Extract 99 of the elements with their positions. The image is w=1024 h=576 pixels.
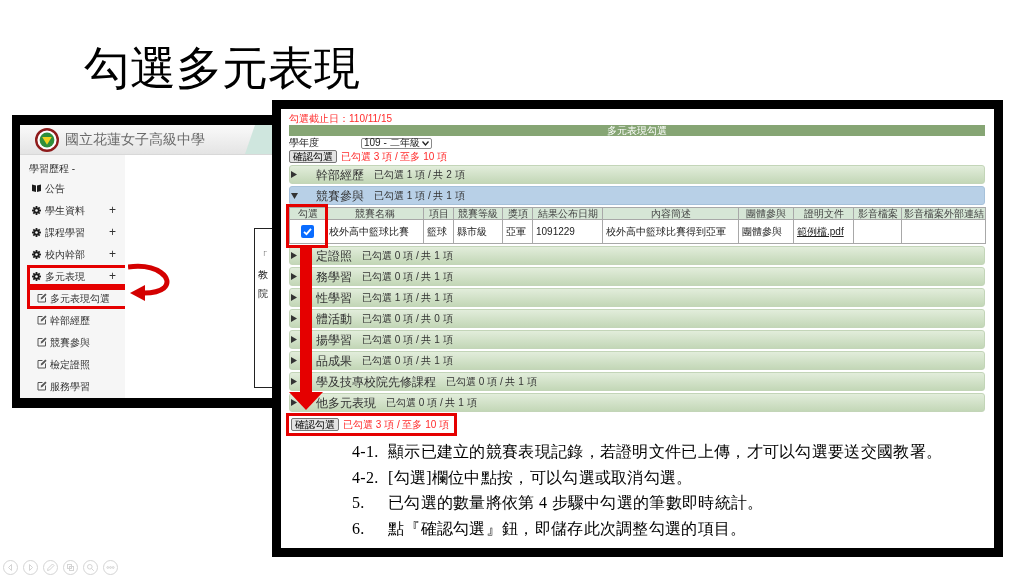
section-title[interactable]: 定證照: [316, 249, 352, 262]
note-text: 已勾選的數量將依第 4 步驟中勾選的筆數即時統計。: [388, 493, 764, 513]
triangle-right-icon[interactable]: [291, 171, 297, 178]
content-text: 教: [258, 268, 268, 282]
menu-item[interactable]: 課程學習: [32, 224, 85, 240]
gear-icon: [32, 249, 41, 259]
section-title[interactable]: 幹部經歷: [316, 168, 364, 181]
section-title[interactable]: 品成果: [316, 354, 352, 367]
table-cell: 籃球: [423, 219, 454, 244]
edit-icon: [37, 293, 47, 303]
section-title[interactable]: 競賽參與: [316, 189, 364, 202]
submenu-item[interactable]: 檢定證照: [37, 356, 90, 372]
gear-icon: [32, 205, 41, 215]
expand-toggle[interactable]: +: [109, 204, 116, 216]
school-name: 國立花蓮女子高級中學: [65, 130, 205, 149]
section-count: 已勾選 0 項 / 共 1 項: [362, 271, 453, 282]
section-count: 已勾選 0 項 / 共 1 項: [362, 334, 453, 345]
list-number: 5.: [352, 493, 365, 513]
confirm-button[interactable]: 確認勾選: [291, 418, 339, 431]
section-count: 已勾選 1 項 / 共 1 項: [374, 190, 465, 201]
section-count: 已勾選 0 項 / 共 1 項: [386, 397, 477, 408]
selection-summary: 已勾選 3 項 / 至多 10 項: [341, 150, 448, 163]
section-count: 已勾選 0 項 / 共 0 項: [362, 313, 453, 324]
column-header: 勾選: [289, 207, 326, 220]
confirm-button[interactable]: 確認勾選: [289, 150, 337, 163]
section-title[interactable]: 務學習: [316, 270, 352, 283]
column-header: 內容簡述: [602, 207, 739, 220]
column-header: 競賽名稱: [325, 207, 424, 220]
gear-icon: [32, 271, 41, 281]
note-text: 顯示已建立的競賽表現記錄，若證明文件已上傳，才可以勾選要送交國教署。: [388, 442, 943, 462]
section-title[interactable]: 體活動: [316, 312, 352, 325]
submenu-item[interactable]: 競賽參與: [37, 334, 90, 350]
edit-icon: [37, 381, 47, 391]
note-text: 點『確認勾選』鈕，即儲存此次調整勾選的項目。: [388, 518, 747, 539]
submenu-item[interactable]: 幹部經歷: [37, 312, 90, 328]
content-text: 「: [258, 249, 268, 263]
gear-icon: [32, 227, 41, 237]
school-logo-icon: [35, 127, 59, 152]
section-title[interactable]: 性學習: [316, 291, 352, 304]
triangle-right-icon[interactable]: [291, 252, 297, 259]
column-header: 結果公布日期: [532, 207, 603, 220]
checkbox-icon[interactable]: [301, 225, 314, 238]
year-select[interactable]: 109 - 二年級: [361, 137, 432, 149]
slide-title: 勾選多元表現: [84, 42, 360, 96]
field-label: 學年度: [289, 137, 319, 149]
table-cell: 校外高中籃球比賽: [325, 219, 424, 244]
menu-item[interactable]: 校內幹部: [32, 246, 85, 262]
table-cell: 1091229: [532, 219, 603, 244]
list-number: 6.: [352, 518, 365, 539]
section-title[interactable]: 學及技專校院先修課程: [316, 375, 436, 388]
content-text: 院: [258, 287, 268, 301]
curved-arrow: [128, 262, 172, 302]
triangle-down-icon[interactable]: [291, 192, 298, 199]
column-header: 證明文件: [793, 207, 854, 220]
edit-icon: [37, 315, 47, 325]
expand-toggle[interactable]: +: [109, 226, 116, 238]
menu-item[interactable]: 多元表現: [32, 268, 85, 284]
menu-item[interactable]: 公告: [32, 180, 65, 196]
menu-heading: 學習歷程 -: [29, 162, 76, 176]
book-icon: [32, 184, 41, 192]
column-header: 獎項: [502, 207, 533, 220]
triangle-right-icon[interactable]: [291, 273, 297, 280]
section-count: 已勾選 1 項 / 共 2 項: [374, 169, 465, 180]
column-header: 項目: [423, 207, 454, 220]
menu-item[interactable]: 學生資料: [32, 202, 85, 218]
section-title[interactable]: 他多元表現: [316, 396, 376, 409]
submenu-item[interactable]: 多元表現勾選: [37, 290, 110, 306]
column-header: 影音檔案: [853, 207, 902, 220]
triangle-right-icon[interactable]: [291, 315, 297, 322]
expand-toggle[interactable]: +: [109, 270, 116, 282]
chevron-down-icon: [421, 140, 429, 146]
selection-summary: 已勾選 3 項 / 至多 10 項: [343, 418, 450, 431]
submenu-item[interactable]: 服務學習: [37, 378, 90, 394]
list-number: 4-2.: [352, 467, 379, 488]
edit-icon: [37, 337, 47, 347]
edit-icon: [37, 359, 47, 369]
list-number: 4-1.: [352, 442, 379, 462]
triangle-right-icon[interactable]: [291, 378, 297, 385]
column-header: 競賽等級: [453, 207, 503, 220]
table-cell: 校外高中籃球比賽得到亞軍: [602, 219, 739, 244]
triangle-right-icon[interactable]: [291, 357, 297, 364]
triangle-right-icon[interactable]: [291, 294, 297, 301]
column-header: 團體參與: [738, 207, 794, 220]
section-count: 已勾選 0 項 / 共 1 項: [446, 376, 537, 387]
section-title[interactable]: 揚學習: [316, 333, 352, 346]
section-count: 已勾選 1 項 / 共 1 項: [362, 292, 453, 303]
triangle-right-icon[interactable]: [291, 336, 297, 343]
section-count: 已勾選 0 項 / 共 1 項: [362, 250, 453, 261]
table-cell: 縣市級: [453, 219, 503, 244]
deadline-text: 勾選截止日：110/11/15: [289, 113, 392, 124]
panel-title: 多元表現勾選: [289, 125, 985, 136]
column-header: 影音檔案外部連結: [901, 207, 986, 220]
expand-toggle[interactable]: +: [109, 248, 116, 260]
triangle-right-icon[interactable]: [291, 399, 297, 406]
header-accent: [245, 125, 272, 154]
table-cell: 亞軍: [502, 219, 533, 244]
note-text: [勾選]欄位中點按，可以勾選或取消勾選。: [388, 467, 693, 488]
section-count: 已勾選 0 項 / 共 1 項: [362, 355, 453, 366]
table-cell: 團體參與: [738, 219, 794, 244]
